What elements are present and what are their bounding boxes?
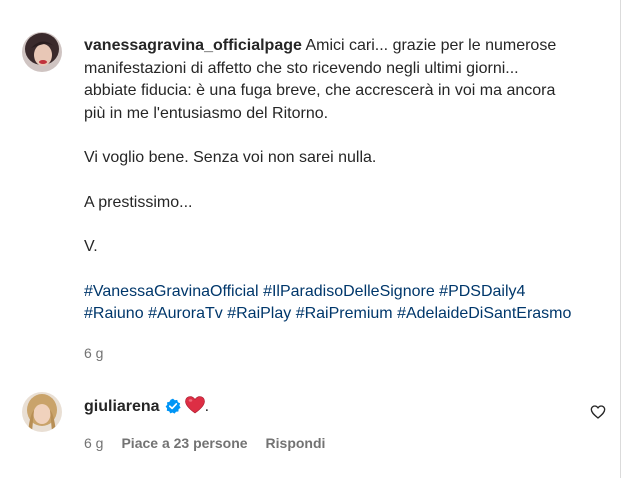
hashtag-link[interactable]: #AuroraTv: [148, 305, 223, 322]
timestamp[interactable]: 6 g: [84, 345, 103, 361]
comment-paragraph: Vi voglio bene. Senza voi non sarei null…: [84, 149, 377, 166]
hashtag-link[interactable]: #PDSDaily4: [439, 283, 525, 300]
timestamp[interactable]: 6 g: [84, 435, 103, 451]
verified-badge-icon: [165, 398, 181, 422]
likes-count-button[interactable]: Piace a 23 persone: [121, 435, 247, 451]
red-heart-emoji: [184, 396, 205, 422]
comment-line: abbiate fiducia: è una fuga breve, che a…: [84, 82, 556, 99]
comment-text: .: [204, 398, 210, 415]
comment-paragraph: A prestissimo...: [84, 193, 193, 211]
hashtag-list: #VanessaGravinaOfficial #IlParadisoDelle…: [84, 281, 604, 326]
comment-text: vanessagravina_officialpage Amici cari..…: [84, 35, 604, 125]
hashtag-link[interactable]: #RaiPremium: [296, 305, 393, 322]
comment-line: più in me l'entusiasmo del Ritorno.: [84, 104, 329, 122]
comment-line: manifestazioni di affetto che sto riceve…: [84, 59, 519, 77]
hashtag-link[interactable]: #Raiuno: [84, 305, 144, 322]
username-link[interactable]: giuliarena: [84, 398, 160, 415]
hashtag-link[interactable]: #AdelaideDiSantErasmo: [397, 305, 571, 322]
comment-signature: V.: [84, 238, 98, 255]
hashtag-link[interactable]: #IlParadisoDelleSignore: [263, 283, 435, 300]
avatar[interactable]: [22, 32, 62, 72]
avatar[interactable]: [22, 392, 62, 432]
username-link[interactable]: vanessagravina_officialpage: [84, 37, 302, 54]
hashtag-link[interactable]: #RaiPlay: [227, 305, 291, 322]
comment-line: Amici cari... grazie per le numerose: [305, 37, 557, 54]
reply-button[interactable]: Rispondi: [266, 435, 326, 451]
hashtag-link[interactable]: #VanessaGravinaOfficial: [84, 283, 259, 300]
heart-outline-icon[interactable]: [590, 404, 606, 420]
